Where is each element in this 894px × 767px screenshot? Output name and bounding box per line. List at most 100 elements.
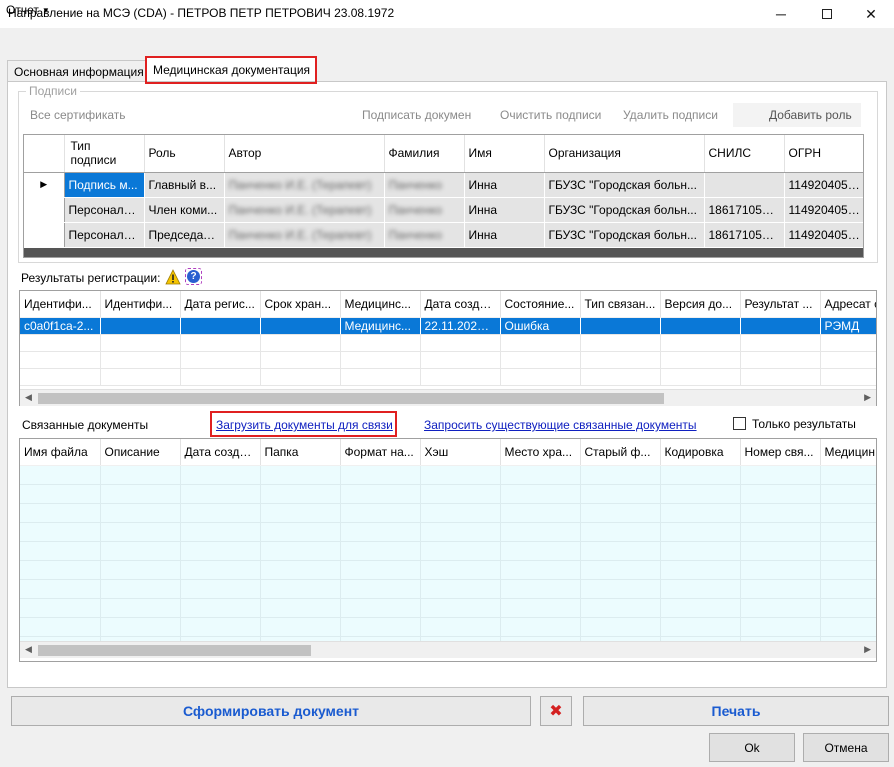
close-button[interactable]: ✕ bbox=[848, 0, 894, 28]
table-cell[interactable] bbox=[260, 317, 341, 335]
table-cell[interactable] bbox=[740, 541, 821, 561]
table-cell[interactable] bbox=[260, 522, 341, 542]
delete-button[interactable]: ✖ bbox=[540, 696, 572, 726]
table-cell[interactable] bbox=[740, 522, 821, 542]
table-cell[interactable] bbox=[500, 484, 581, 504]
row-header[interactable] bbox=[24, 222, 65, 248]
table-cell[interactable]: 1149204050... bbox=[784, 172, 863, 198]
table-cell[interactable] bbox=[260, 541, 341, 561]
table-cell[interactable] bbox=[20, 617, 101, 637]
table-cell[interactable] bbox=[180, 503, 261, 523]
registration-horizontal-scrollbar[interactable]: ◀ ▶ bbox=[20, 389, 876, 406]
table-cell[interactable] bbox=[820, 522, 876, 542]
table-cell[interactable]: 22.11.2022 ... bbox=[420, 317, 501, 335]
table-cell[interactable]: ГБУЗС "Городская больн... bbox=[544, 222, 705, 248]
table-cell[interactable]: ГБУЗС "Городская больн... bbox=[544, 197, 705, 223]
table-cell[interactable] bbox=[820, 465, 876, 485]
table-cell[interactable] bbox=[660, 541, 741, 561]
table-cell[interactable] bbox=[180, 617, 261, 637]
table-cell[interactable]: 18617105978 bbox=[704, 222, 785, 248]
cancel-button[interactable]: Отмена bbox=[803, 733, 889, 762]
table-cell[interactable]: Панченко И.Е. (Терапевт) bbox=[224, 222, 385, 248]
table-cell[interactable] bbox=[180, 560, 261, 580]
table-cell[interactable] bbox=[580, 465, 661, 485]
table-cell[interactable]: 18617105978 bbox=[704, 197, 785, 223]
table-cell[interactable]: Панченко И.Е. (Терапевт) bbox=[224, 197, 385, 223]
clear-signatures-button[interactable]: Очистить подписи bbox=[500, 108, 601, 122]
table-cell[interactable] bbox=[20, 484, 101, 504]
table-cell[interactable] bbox=[260, 560, 341, 580]
table-cell[interactable]: Инна bbox=[464, 222, 545, 248]
column-header[interactable]: Папка bbox=[260, 439, 341, 466]
table-cell[interactable] bbox=[180, 579, 261, 599]
column-header[interactable]: ОГРН bbox=[784, 135, 863, 173]
table-cell[interactable]: Подпись м... bbox=[64, 172, 145, 198]
table-cell[interactable] bbox=[100, 503, 181, 523]
table-cell[interactable] bbox=[100, 317, 181, 335]
table-cell[interactable] bbox=[260, 465, 341, 485]
scrollbar-thumb[interactable] bbox=[38, 645, 311, 656]
table-row[interactable] bbox=[20, 560, 876, 580]
table-row[interactable] bbox=[20, 541, 876, 561]
add-role-button[interactable]: Добавить роль bbox=[733, 103, 861, 127]
table-cell[interactable] bbox=[260, 579, 341, 599]
column-header[interactable]: Медицинс... bbox=[340, 291, 421, 318]
table-cell[interactable] bbox=[100, 579, 181, 599]
scroll-left-icon[interactable]: ◀ bbox=[25, 644, 32, 655]
table-cell[interactable] bbox=[340, 465, 421, 485]
table-cell[interactable] bbox=[740, 579, 821, 599]
table-cell[interactable] bbox=[580, 541, 661, 561]
help-icon[interactable]: ? bbox=[185, 268, 202, 285]
column-header[interactable]: Медицин bbox=[820, 439, 876, 466]
row-header[interactable] bbox=[24, 197, 65, 223]
table-cell[interactable] bbox=[100, 617, 181, 637]
table-cell[interactable] bbox=[180, 465, 261, 485]
table-cell[interactable]: Член коми... bbox=[144, 197, 225, 223]
column-header[interactable]: Дата созда... bbox=[420, 291, 501, 318]
table-row[interactable]: Персональ... Член коми... Панченко И.Е. … bbox=[24, 197, 863, 223]
scroll-right-icon[interactable]: ▶ bbox=[864, 644, 871, 655]
maximize-button[interactable] bbox=[804, 0, 850, 28]
column-header[interactable]: Адресат с bbox=[820, 291, 876, 318]
table-cell[interactable] bbox=[740, 617, 821, 637]
table-cell[interactable] bbox=[820, 503, 876, 523]
related-horizontal-scrollbar[interactable]: ◀ ▶ bbox=[20, 641, 876, 658]
table-cell[interactable] bbox=[740, 598, 821, 618]
table-cell[interactable]: c0a0f1ca-2... bbox=[20, 317, 101, 335]
table-cell[interactable] bbox=[420, 560, 501, 580]
table-cell[interactable]: Персональ... bbox=[64, 197, 145, 223]
table-row[interactable]: Персональ... Председате... Панченко И.Е.… bbox=[24, 222, 863, 248]
table-cell[interactable] bbox=[100, 465, 181, 485]
table-cell[interactable] bbox=[260, 503, 341, 523]
table-cell[interactable] bbox=[20, 541, 101, 561]
table-cell[interactable]: РЭМД bbox=[820, 317, 876, 335]
scroll-left-icon[interactable]: ◀ bbox=[25, 392, 32, 403]
table-cell[interactable] bbox=[180, 317, 261, 335]
table-cell[interactable] bbox=[420, 617, 501, 637]
table-cell[interactable] bbox=[740, 484, 821, 504]
table-cell[interactable] bbox=[180, 598, 261, 618]
column-header[interactable]: Старый ф... bbox=[580, 439, 661, 466]
table-cell[interactable]: Панченко bbox=[384, 222, 465, 248]
menu-report[interactable]: Отчет ▼ bbox=[6, 3, 50, 17]
tab-main-info[interactable]: Основная информация bbox=[7, 60, 147, 81]
table-cell[interactable] bbox=[500, 579, 581, 599]
table-cell[interactable] bbox=[660, 317, 741, 335]
column-header[interactable]: Тип подписи bbox=[64, 135, 145, 173]
table-cell[interactable] bbox=[420, 598, 501, 618]
table-row[interactable] bbox=[20, 465, 876, 485]
table-cell[interactable] bbox=[100, 522, 181, 542]
table-cell[interactable]: Инна bbox=[464, 172, 545, 198]
table-cell[interactable]: Панченко bbox=[384, 172, 465, 198]
form-document-button[interactable]: Сформировать документ bbox=[11, 696, 531, 726]
table-cell[interactable] bbox=[500, 617, 581, 637]
table-cell[interactable] bbox=[820, 560, 876, 580]
table-cell[interactable] bbox=[420, 579, 501, 599]
only-results-checkbox[interactable] bbox=[733, 417, 746, 430]
table-cell[interactable] bbox=[100, 484, 181, 504]
ok-button[interactable]: Ok bbox=[709, 733, 795, 762]
table-cell[interactable] bbox=[340, 541, 421, 561]
only-results-label[interactable]: Только результаты bbox=[752, 417, 856, 431]
table-cell[interactable] bbox=[660, 503, 741, 523]
table-cell[interactable] bbox=[100, 541, 181, 561]
